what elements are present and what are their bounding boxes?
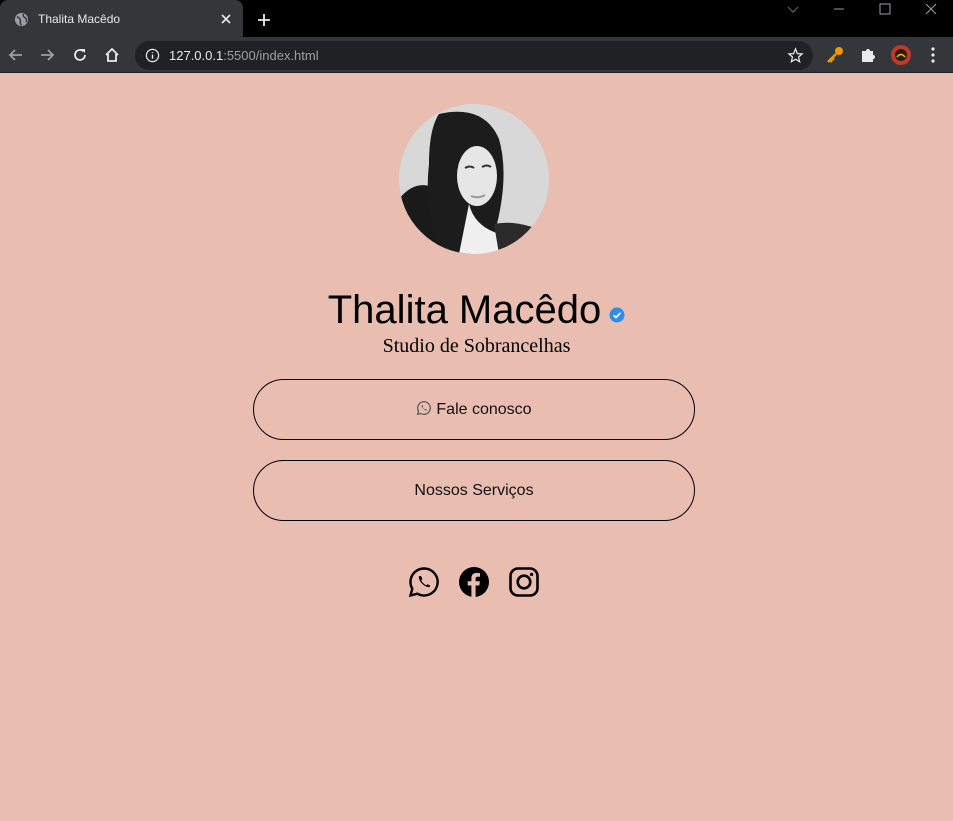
- contact-us-button[interactable]: Fale conosco: [253, 379, 695, 440]
- address-bar[interactable]: 127.0.0.1:5500/index.html: [135, 41, 813, 70]
- our-services-label: Nossos Serviços: [414, 481, 534, 499]
- browser-tab[interactable]: Thalita Macêdo: [0, 0, 243, 37]
- facebook-icon[interactable]: [458, 566, 490, 598]
- contact-us-label: Fale conosco: [436, 400, 532, 418]
- browser-toolbar: 127.0.0.1:5500/index.html: [0, 37, 953, 73]
- verified-badge-icon: [609, 307, 625, 322]
- reload-icon[interactable]: [71, 46, 89, 64]
- globe-icon: [14, 12, 29, 27]
- browser-tab-bar: Thalita Macêdo: [0, 0, 953, 37]
- whatsapp-icon[interactable]: [408, 566, 440, 598]
- tab-search-chevron-icon[interactable]: [786, 2, 800, 16]
- minimize-icon[interactable]: [832, 2, 846, 16]
- url-path: :5500/index.html: [223, 48, 319, 63]
- page-content: Thalita Macêdo Studio de Sobrancelhas Fa…: [0, 73, 953, 821]
- new-tab-icon[interactable]: [255, 11, 273, 29]
- kebab-menu-icon[interactable]: [923, 45, 943, 65]
- bookmark-star-icon[interactable]: [787, 47, 804, 64]
- key-extension-icon[interactable]: [825, 45, 845, 65]
- profile-name: Thalita Macêdo: [327, 288, 602, 332]
- profile-header: Thalita Macêdo: [0, 288, 953, 333]
- profile-photo: [399, 104, 549, 254]
- home-icon[interactable]: [103, 46, 121, 64]
- close-window-icon[interactable]: [924, 2, 938, 16]
- instagram-icon[interactable]: [508, 566, 540, 598]
- forward-arrow-icon[interactable]: [38, 46, 56, 64]
- maximize-icon[interactable]: [878, 2, 892, 16]
- whatsapp-small-icon: [417, 400, 432, 415]
- close-tab-icon[interactable]: [218, 11, 234, 27]
- profile-photo-image: [399, 104, 549, 254]
- profile-subtitle: Studio de Sobrancelhas: [382, 335, 571, 357]
- url-text[interactable]: 127.0.0.1:5500/index.html: [169, 48, 319, 63]
- profile-avatar-icon[interactable]: [890, 44, 912, 66]
- our-services-button[interactable]: Nossos Serviços: [253, 460, 695, 521]
- puzzle-extensions-icon[interactable]: [858, 45, 878, 65]
- tab-title: Thalita Macêdo: [38, 12, 121, 26]
- url-host: 127.0.0.1: [169, 48, 224, 63]
- info-icon[interactable]: [145, 48, 160, 63]
- back-arrow-icon[interactable]: [7, 46, 25, 64]
